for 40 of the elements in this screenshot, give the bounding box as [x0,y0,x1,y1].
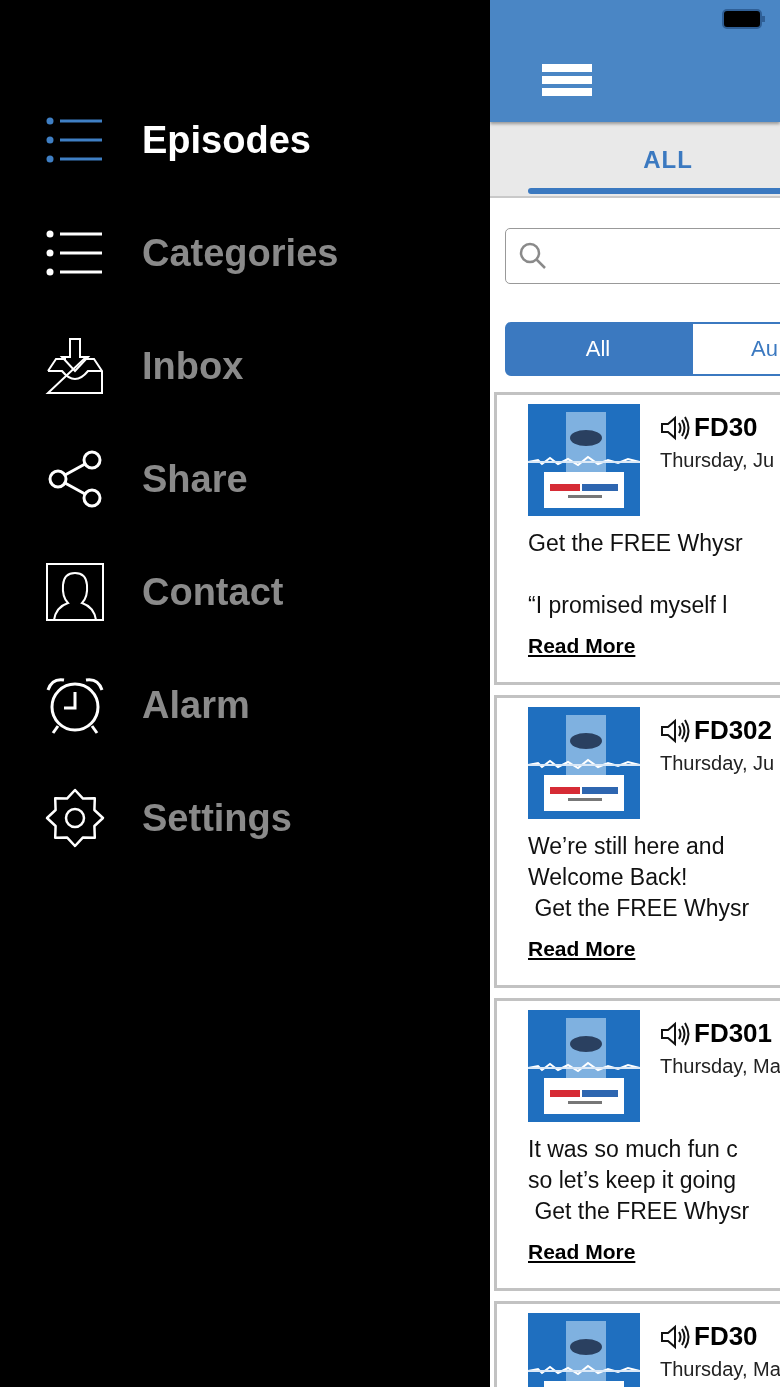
search-icon [519,242,547,270]
gear-icon [44,787,106,849]
episode-card[interactable]: FD30 Thursday, Ju Get the FREE Whysr “I promised myself l Read More [494,392,780,685]
read-more-link[interactable]: Read More [528,937,636,961]
filter-segment[interactable]: All [505,322,691,376]
episode-card[interactable]: FD301 Thursday, Ma It was so much fun c so let’s keep it going Get the FREE Whysr Read More [494,998,780,1291]
speaker-icon [660,1020,690,1047]
read-more-link[interactable]: Read More [528,1240,636,1264]
menu-item[interactable]: Alarm [0,671,490,739]
filter-segment[interactable]: Au [691,322,780,376]
episode-description: Get the FREE Whysr [528,529,744,558]
episode-description: It was so much fun c so let’s keep it going Get the FREE Whysr [528,1135,751,1226]
read-more-link[interactable]: Read More [528,634,636,658]
person-icon [44,561,106,623]
speaker-icon [660,717,690,744]
episode-title: FD301 [694,1018,773,1049]
episode-title: FD30 [694,1321,758,1352]
tab[interactable]: ALL [528,122,780,196]
episode-date: Thursday, Ju [660,752,775,775]
search-field[interactable] [505,228,780,284]
menu-item[interactable]: Contact [0,558,490,626]
episode-description: We’re still here and Welcome Back! Get the FREE Whysr [528,832,751,923]
episode-description: “I promised myself l [528,591,729,620]
episode-date: Thursday, Ju [660,449,775,472]
battery-icon [722,9,766,29]
episode-date: Thursday, Ma [660,1055,780,1078]
menu-button[interactable] [542,64,592,96]
menu-item[interactable]: Categories [0,219,490,287]
episode-date: Thursday, Ma [660,1358,780,1381]
episode-card[interactable]: FD30 Thursday, Ma [494,1301,780,1387]
menu-item[interactable]: Share [0,445,490,513]
episode-title: FD302 [694,715,773,746]
episode-title: FD30 [694,412,758,443]
menu-item[interactable]: Episodes [0,106,490,174]
episode-card[interactable]: FD302 Thursday, Ju We’re still here and Welcome Back! Get the FREE Whysr Read More [494,695,780,988]
menu-item[interactable]: Inbox [0,332,490,400]
speaker-icon [660,414,690,441]
menu-item[interactable]: Settings [0,784,490,852]
speaker-icon [660,1323,690,1350]
inbox-icon [44,335,106,397]
